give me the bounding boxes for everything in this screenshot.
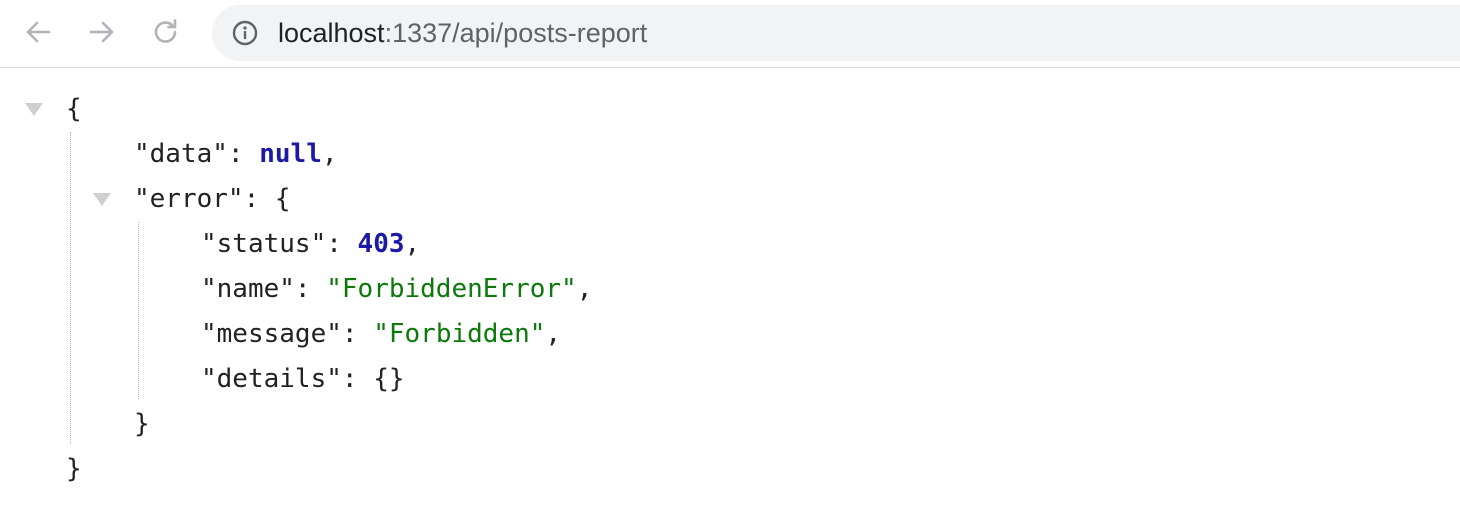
colon: : xyxy=(294,274,327,304)
root-close-brace: } xyxy=(66,454,82,484)
message-key: "message" xyxy=(201,319,342,349)
reload-button[interactable] xyxy=(148,14,184,50)
status-value: 403 xyxy=(357,229,405,259)
info-icon[interactable] xyxy=(232,20,258,46)
forward-arrow-icon xyxy=(89,21,114,43)
error-indent-guide xyxy=(138,222,139,399)
colon: : xyxy=(341,319,374,349)
colon: : xyxy=(326,229,358,259)
json-line-details: "details": {} xyxy=(201,357,405,402)
colon: : xyxy=(243,184,275,214)
error-open-brace: { xyxy=(274,184,291,214)
colon: : xyxy=(227,139,260,169)
error-key: "error" xyxy=(134,184,244,214)
json-line-name: "name": "ForbiddenError", xyxy=(201,267,592,312)
json-line-message: "message": "Forbidden", xyxy=(201,312,561,357)
json-line-error: "error": { xyxy=(134,177,291,222)
root-indent-guide xyxy=(70,132,71,444)
data-value: null xyxy=(259,139,322,169)
json-error-close: } xyxy=(134,402,150,447)
details-value: {} xyxy=(373,364,405,394)
comma: , xyxy=(576,274,593,304)
back-button[interactable] xyxy=(20,14,56,50)
reload-icon xyxy=(154,19,177,43)
json-root-open: { xyxy=(66,87,82,132)
url-host: localhost xyxy=(278,18,385,48)
browser-toolbar: localhost:1337/api/posts-report xyxy=(0,0,1460,68)
name-value: "ForbiddenError" xyxy=(326,274,577,304)
json-line-data: "data": null, xyxy=(134,132,338,177)
forward-button[interactable] xyxy=(84,14,120,50)
address-bar[interactable]: localhost:1337/api/posts-report xyxy=(212,5,1460,61)
error-close-brace: } xyxy=(134,409,150,439)
data-key: "data" xyxy=(134,139,228,169)
url-path: :1337/api/posts-report xyxy=(384,18,648,48)
comma: , xyxy=(321,139,338,169)
comma: , xyxy=(545,319,562,349)
json-line-status: "status": 403, xyxy=(201,222,420,267)
details-key: "details" xyxy=(201,364,342,394)
collapse-triangle-icon[interactable] xyxy=(25,103,43,116)
json-viewer: { "data": null, "error": { "status": 403… xyxy=(0,68,1460,506)
message-value: "Forbidden" xyxy=(373,319,546,349)
json-root-close: } xyxy=(66,447,82,492)
url-text[interactable]: localhost:1337/api/posts-report xyxy=(278,5,647,61)
comma: , xyxy=(404,229,421,259)
name-key: "name" xyxy=(201,274,295,304)
root-open-brace: { xyxy=(66,94,82,124)
colon: : xyxy=(341,364,374,394)
status-key: "status" xyxy=(201,229,327,259)
back-arrow-icon xyxy=(26,21,51,43)
collapse-triangle-icon[interactable] xyxy=(93,193,111,206)
